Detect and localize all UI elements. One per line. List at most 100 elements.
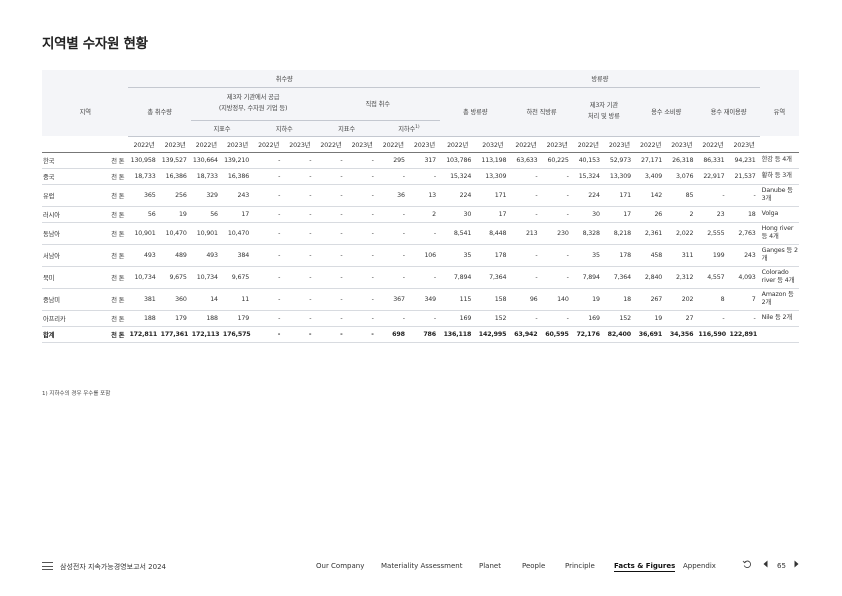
page-number: 65 [777,562,786,570]
value-cell: 82,400 [603,325,635,343]
footnote: 1) 지하수의 경우 우수를 포함 [42,391,111,397]
basin-cell: Volga [759,206,799,223]
value-cell: - [284,168,316,185]
nav-appendix[interactable]: Appendix [683,562,716,570]
value-cell: 311 [666,244,698,267]
nav-people[interactable]: People [522,562,545,570]
table-row: 동남아 천 톤 10,901 10,470 10,901 10,470- - - - - -8,54… [42,222,799,245]
total-row: 합계 천 톤 172,811 177,361 172,113 176,575- - - -698… [42,325,799,343]
value-cell: 10,734 [190,266,222,289]
value-cell: 256 [159,184,191,207]
basin-cell: Nile 등 2개 [759,310,799,327]
value-cell: 26,318 [666,152,698,169]
value-cell: 493 [128,244,160,267]
value-cell: 7,364 [475,266,511,289]
basin-cell [759,325,799,343]
region-cell: 아프리카 [42,310,105,327]
value-cell: - [253,222,285,245]
value-cell: 171 [603,184,635,207]
value-cell: - [253,288,285,311]
value-cell: - [408,310,441,327]
value-cell: 178 [475,244,511,267]
region-cell: 북미 [42,266,105,289]
header-corner [42,70,129,87]
value-cell: - [284,244,316,267]
value-cell: - [346,184,378,207]
nav-facts-figures[interactable]: Facts & Figures [614,562,676,572]
value-cell: 94,231 [728,152,760,169]
value-cell: - [541,168,573,185]
value-cell: 188 [190,310,222,327]
year-header: 2023년 [728,135,760,153]
value-cell: - [346,310,378,327]
third-discharge-header: 제3자 기관 처리 및 방류 [572,87,635,136]
year-header: 2022년 [635,135,667,153]
value-cell: 172,811 [128,325,160,343]
value-cell: 489 [159,244,191,267]
basin-header: 유역 [759,87,799,136]
value-cell: 63,942 [510,325,542,343]
year-header: 2022년 [253,135,285,153]
next-page-icon[interactable] [793,559,800,571]
value-cell: - [510,184,542,207]
table-row: 유럽 천 톤 365 256 329 243- - - -36 13 224 171- -224 171 1… [42,184,799,207]
nav-our-company[interactable]: Our Company [316,562,364,570]
value-cell: - [315,168,347,185]
year-header: 2023년 [284,135,316,153]
value-cell: - [346,206,378,223]
year-header: 2023년 [541,135,573,153]
value-cell: 4,557 [697,266,729,289]
ground2-footnote-ref: 1) [415,124,420,130]
value-cell: 11 [221,288,254,311]
value-cell: 367 [377,288,409,311]
value-cell: 116,590 [697,325,729,343]
value-cell: 8,218 [603,222,635,245]
value-cell: - [284,310,316,327]
value-cell: 317 [408,152,441,169]
value-cell: 17 [475,206,511,223]
value-cell: 103,786 [440,152,476,169]
year-header: 2023년 [221,135,254,153]
year-header: 2022년 [190,135,222,153]
value-cell: 172,113 [190,325,222,343]
value-cell: 23 [697,206,729,223]
value-cell: 698 [377,325,409,343]
year-row-blank-end [759,136,799,153]
value-cell: 15,324 [440,168,476,185]
water-resources-table: 취수량 방류량 지역 총 취수량 제3자 기관에서 공급 (지방정부, 수자원 … [42,70,799,343]
value-cell: - [510,206,542,223]
region-cell: 유럽 [42,184,105,207]
nav-materiality-assessment[interactable]: Materiality Assessment [381,562,462,570]
nav-principle[interactable]: Principle [565,562,595,570]
value-cell: 2,361 [635,222,667,245]
back-icon[interactable] [742,559,752,571]
value-cell: 179 [221,310,254,327]
value-cell: - [408,168,441,185]
value-cell: 786 [408,325,441,343]
prev-page-icon[interactable] [762,559,769,571]
table-row: 중국 천 톤 18,733 16,386 18,733 16,386- - - - - -15,32… [42,168,799,185]
value-cell: 4,093 [728,266,760,289]
unit-cell: 천 톤 [104,152,129,169]
value-cell: 3,076 [666,168,698,185]
value-cell: 10,734 [128,266,160,289]
value-cell: 7 [728,288,760,311]
value-cell: - [346,168,378,185]
direct-intake-header: 직접 취수 [315,87,441,121]
value-cell: 19 [635,310,667,327]
value-cell: - [377,222,409,245]
value-cell: 56 [128,206,160,223]
value-cell: - [253,206,285,223]
value-cell: - [253,310,285,327]
value-cell: 10,901 [128,222,160,245]
value-cell: 36 [377,184,409,207]
value-cell: 9,675 [221,266,254,289]
nav-planet[interactable]: Planet [479,562,501,570]
menu-icon[interactable] [42,562,53,570]
value-cell: 493 [190,244,222,267]
value-cell: 8,328 [572,222,604,245]
value-cell: 14 [190,288,222,311]
value-cell: 13 [408,184,441,207]
basin-cell: 황하 등 3개 [759,168,799,185]
value-cell: 27,171 [635,152,667,169]
